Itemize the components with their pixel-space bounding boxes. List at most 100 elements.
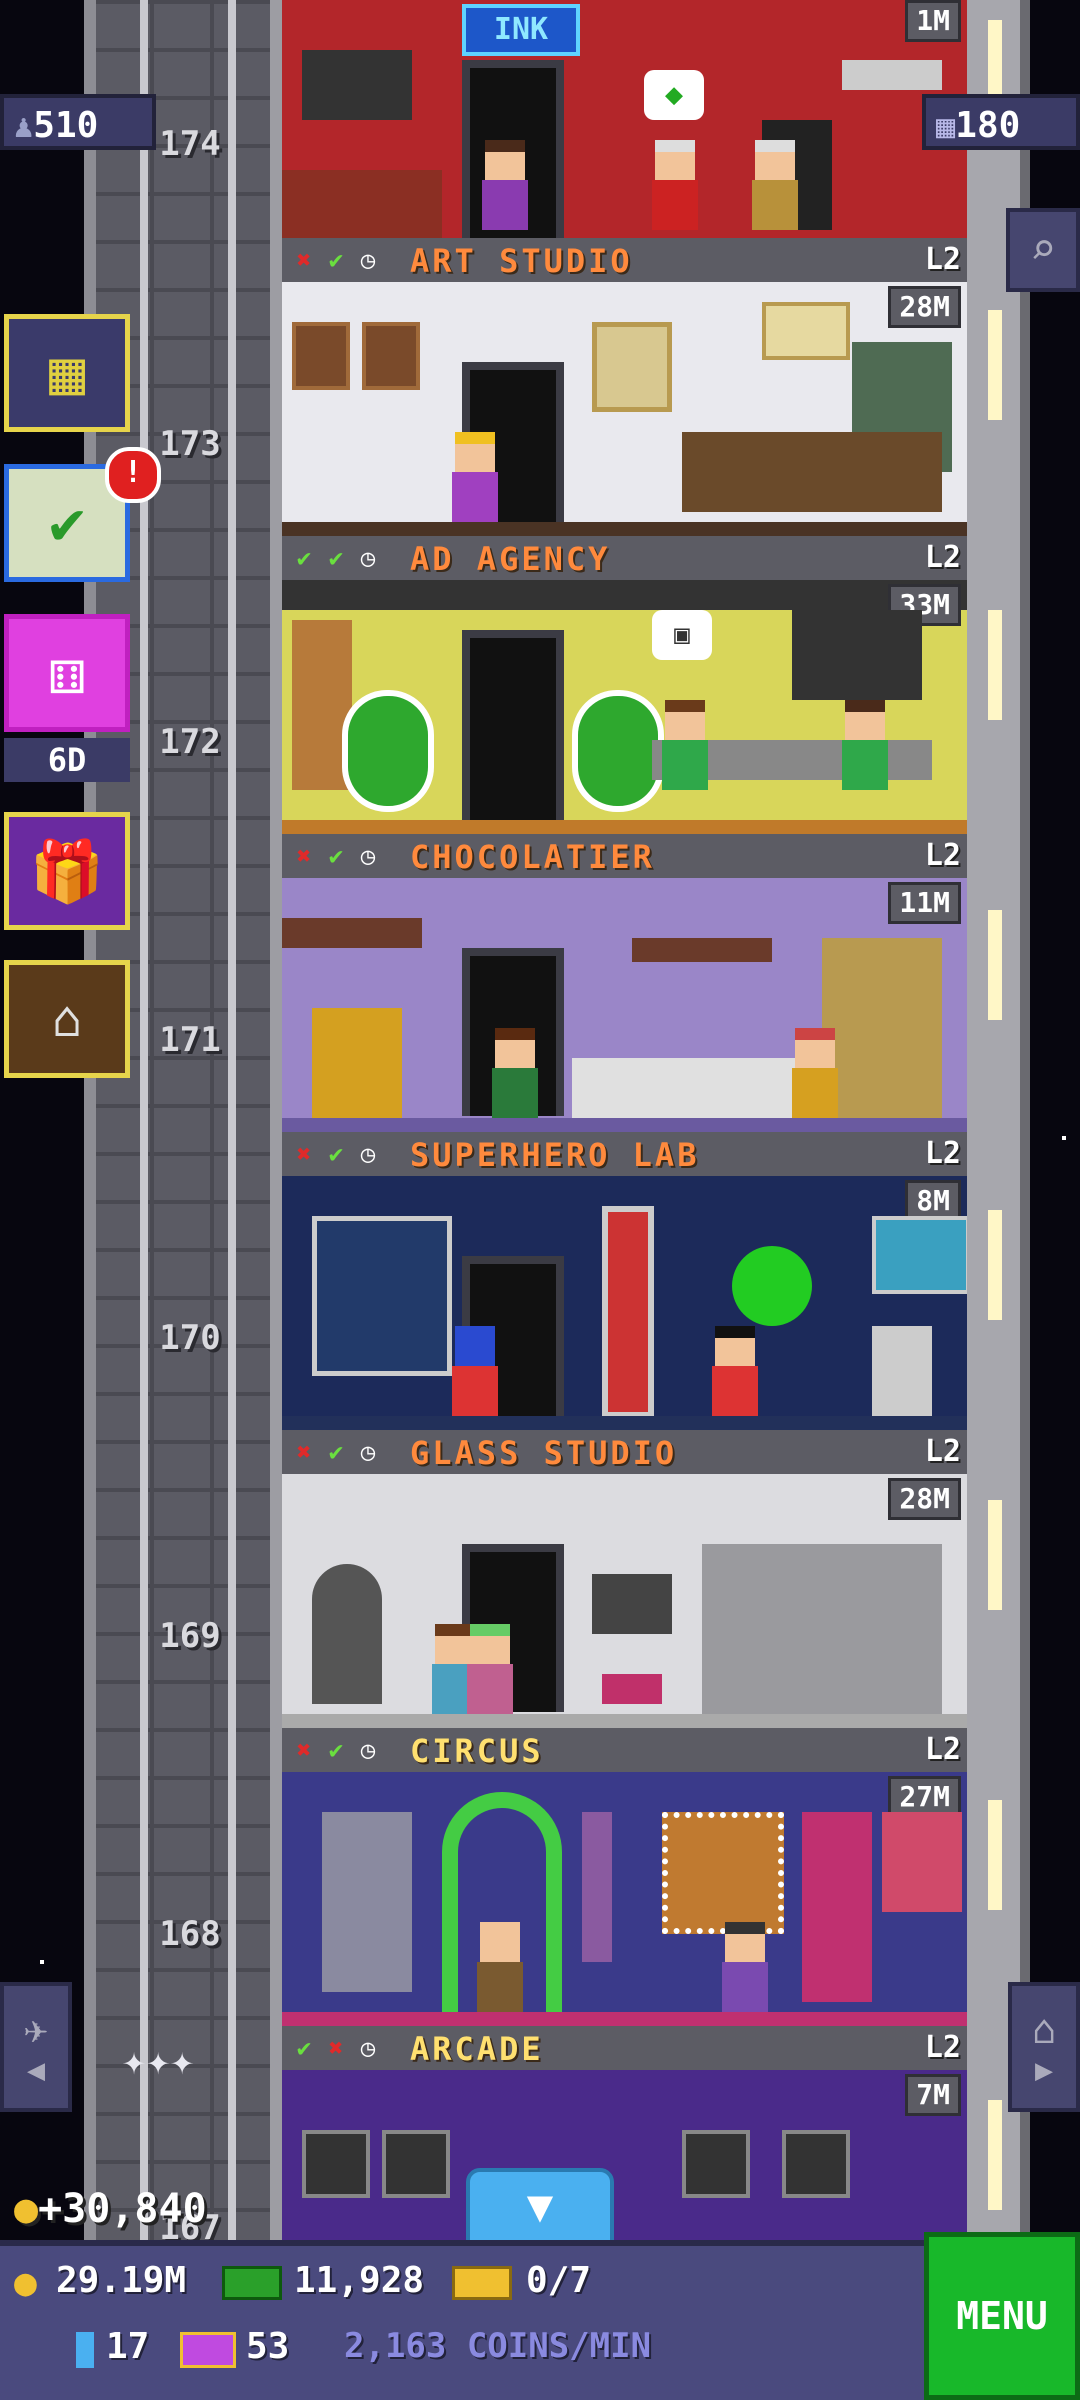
floor-174[interactable]: 1M INK ◆: [282, 0, 967, 238]
floor-superhero-lab[interactable]: ✖ ✔ ◷ SUPERHERO LAB L2 8M: [282, 1132, 967, 1430]
person[interactable]: [792, 1028, 838, 1118]
building-icon: ▦: [48, 338, 86, 408]
go-to-lobby-button[interactable]: ✈ ◀: [0, 1982, 72, 2112]
ink-poster: [302, 50, 412, 120]
menu-button[interactable]: MENU: [924, 2232, 1080, 2400]
room-interior: 28M: [282, 1474, 967, 1728]
egg-chair: [342, 690, 434, 812]
room-interior: 11M: [282, 878, 967, 1132]
floor-header[interactable]: ✖ ✔ ◷ SUPERHERO LAB L2: [282, 1132, 967, 1180]
painting: [762, 302, 850, 360]
chevron-down-icon: ▼: [526, 2181, 554, 2232]
market-stall-button[interactable]: ⌂: [4, 960, 130, 1078]
population-counter[interactable]: ♟510: [0, 94, 156, 150]
tickets-value: 0/7: [526, 2260, 592, 2301]
floor-art-studio[interactable]: ✖ ✔ ◷ ART STUDIO L2 28M: [282, 238, 967, 536]
bux-value: 11,928: [294, 2260, 425, 2301]
person[interactable]: [477, 1922, 523, 2012]
go-to-top-button[interactable]: ⌂ ▶: [1008, 1982, 1080, 2112]
dna-tube: [602, 1206, 654, 1418]
floor-name: ARCADE: [410, 2030, 544, 2068]
floor-header[interactable]: ✖ ✔ ◷ GLASS STUDIO L2: [282, 1430, 967, 1478]
floor-header[interactable]: ✔ ✖ ◷ ARCADE L2: [282, 2026, 967, 2074]
window-light: [988, 610, 1002, 720]
search-button[interactable]: ⌕: [1006, 208, 1080, 292]
arcade-screen: [682, 2130, 750, 2198]
gift-icon: 🎁: [29, 836, 105, 907]
person[interactable]: [752, 140, 798, 230]
elevator-cable: [228, 0, 236, 2240]
room-floor: [282, 1416, 967, 1430]
coins-per-minute: 2,163 COINS/MIN: [344, 2326, 652, 2366]
wall-tv: [792, 610, 922, 700]
person[interactable]: [452, 432, 498, 522]
person[interactable]: [452, 1326, 498, 1416]
building-icon: ▦: [936, 107, 956, 145]
person[interactable]: [712, 1326, 758, 1416]
scroll-down-button[interactable]: ▼: [466, 2168, 614, 2244]
floor-status-icons: ✖ ✔ ◷: [290, 246, 382, 274]
clock-icon: ◷: [360, 1438, 376, 1466]
dice-button[interactable]: ⚅: [4, 614, 130, 732]
stock-tag: 11M: [888, 882, 961, 924]
floor-chocolatier[interactable]: ✖ ✔ ◷ CHOCOLATIER L2 11M: [282, 834, 967, 1132]
painting: [592, 322, 672, 412]
thought-bubble-icon[interactable]: ▣: [652, 610, 712, 660]
floor-status-icons: ✖ ✔ ◷: [290, 1438, 382, 1466]
floor-glass-studio[interactable]: ✖ ✔ ◷ GLASS STUDIO L2 28M: [282, 1430, 967, 1728]
arrow-left-icon: ◀: [26, 2052, 46, 2088]
clock-icon: ◷: [360, 1736, 376, 1764]
glass-shelf: [702, 1544, 942, 1714]
vip-icon: [180, 2332, 236, 2368]
gift-button[interactable]: 🎁: [4, 812, 130, 930]
missions-button[interactable]: ✔ !: [4, 447, 161, 582]
person[interactable]: [722, 1922, 768, 2012]
floor-ad-agency[interactable]: ✔ ✔ ◷ AD AGENCY L2 33M ▣: [282, 536, 967, 834]
floor-circus[interactable]: ✖ ✔ ◷ CIRCUS L2 27M: [282, 1728, 967, 2026]
person[interactable]: [662, 700, 708, 790]
circus-poster: [582, 1812, 612, 1962]
floor-name: ART STUDIO: [410, 242, 633, 280]
floor-header[interactable]: ✔ ✔ ◷ AD AGENCY L2: [282, 536, 967, 584]
arcade-screen: [302, 2130, 370, 2198]
ticket-icon: [452, 2266, 512, 2300]
person[interactable]: [467, 1624, 513, 1714]
check-icon: ✔: [328, 1736, 344, 1764]
check-icon: ✔: [296, 2034, 312, 2062]
painting: [292, 322, 350, 390]
chocolate-shelf: [282, 918, 422, 948]
egg-chair: [572, 690, 664, 812]
elevator-car-stars-icon[interactable]: ✦✦✦: [122, 2038, 194, 2084]
clock-icon: ◷: [360, 1140, 376, 1168]
floors-counter[interactable]: ▦180: [922, 94, 1080, 150]
floor-arcade[interactable]: ✔ ✖ ◷ ARCADE L2 7M: [282, 2026, 967, 2240]
magnifier-icon: ⌕: [1029, 224, 1057, 275]
ink-sign: INK: [462, 4, 580, 56]
income-value: +30,840: [38, 2186, 207, 2232]
floor-number: 173: [159, 424, 221, 464]
person[interactable]: [492, 1028, 538, 1118]
clock-icon: ◷: [360, 246, 376, 274]
stock-tag: 1M: [905, 0, 961, 42]
tiger-poster: [662, 1812, 784, 1934]
window-light: [988, 2100, 1002, 2210]
person[interactable]: [842, 700, 888, 790]
floor-status-icons: ✔ ✔ ◷: [290, 544, 382, 572]
floor-header[interactable]: ✖ ✔ ◷ ART STUDIO L2: [282, 238, 967, 286]
check-icon: ✔: [328, 1438, 344, 1466]
floors-value: 180: [955, 105, 1021, 146]
alert-badge-icon: !: [105, 447, 161, 503]
stock-tag: 28M: [888, 286, 961, 328]
floor-status-icons: ✔ ✖ ◷: [290, 2034, 382, 2062]
population-value: 510: [33, 105, 99, 146]
person[interactable]: [652, 140, 698, 230]
check-icon: ✔: [328, 842, 344, 870]
person[interactable]: [482, 140, 528, 230]
person-icon: ♟: [14, 107, 34, 145]
floor-header[interactable]: ✖ ✔ ◷ CIRCUS L2: [282, 1728, 967, 1776]
thought-bubble-icon[interactable]: ◆: [644, 70, 704, 120]
floor-name: CHOCOLATIER: [410, 838, 655, 876]
window-light: [988, 1500, 1002, 1610]
build-floor-button[interactable]: ▦: [4, 314, 130, 432]
floor-header[interactable]: ✖ ✔ ◷ CHOCOLATIER L2: [282, 834, 967, 882]
